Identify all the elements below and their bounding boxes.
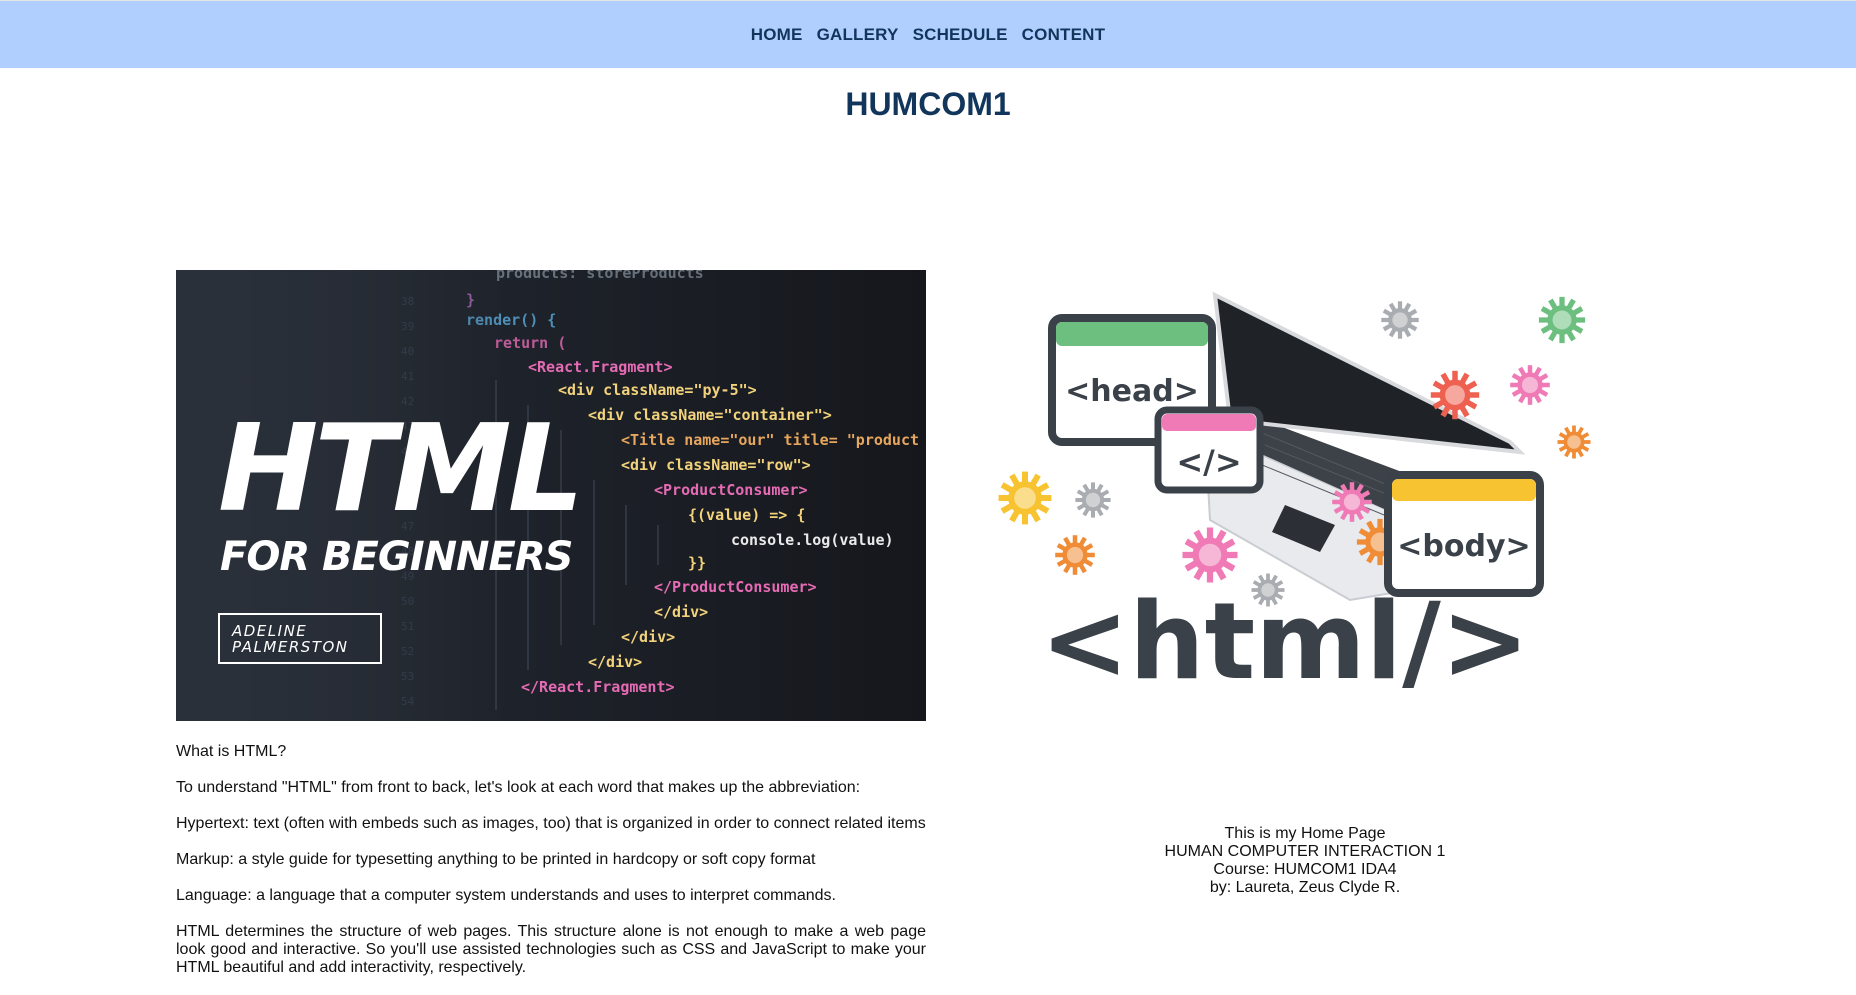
description-intro: To understand "HTML" from front to back,… bbox=[176, 779, 861, 796]
code-line: {(value) => { bbox=[688, 506, 805, 524]
nav-gallery-link[interactable]: GALLERY bbox=[817, 25, 899, 45]
author-line: by: Laureta, Zeus Clyde R. bbox=[1209, 879, 1401, 896]
description-hypertext: Hypertext: text (often with embeds such … bbox=[176, 815, 926, 832]
code-line: console.log(value) bbox=[731, 531, 894, 549]
html-laptop-illustration: <head> </> <body> <html/> bbox=[998, 291, 1591, 703]
code-line: <Title name="our" title= "product bbox=[621, 431, 919, 449]
code-line: </ProductConsumer> bbox=[654, 578, 817, 596]
right-column: <head> </> <body> <html/> bbox=[990, 270, 1630, 705]
code-line: </div> bbox=[654, 603, 708, 621]
top-nav: HOME GALLERY SCHEDULE CONTENT bbox=[0, 0, 1856, 68]
home-page-info: This is my Home Page HUMAN COMPUTER INTE… bbox=[990, 825, 1620, 897]
code-line: <div className="row"> bbox=[621, 456, 811, 474]
html-for-beginners-image: 383940 414243 444546 474849 505152 5354 … bbox=[176, 270, 926, 721]
gear-icon bbox=[1538, 296, 1586, 344]
code-line: }} bbox=[688, 554, 706, 572]
code-line: <div className="py-5"> bbox=[558, 381, 757, 399]
description-summary: HTML determines the structure of web pag… bbox=[176, 923, 926, 976]
code-line: </div> bbox=[621, 628, 675, 646]
gear-icon bbox=[1075, 482, 1111, 518]
hero-title: HTML bbox=[218, 400, 580, 539]
code-line: </div> bbox=[588, 653, 642, 671]
description-question: What is HTML? bbox=[176, 743, 287, 760]
code-line: <ProductConsumer> bbox=[654, 481, 808, 499]
gear-icon bbox=[1055, 535, 1095, 575]
course-code-line: Course: HUMCOM1 IDA4 bbox=[1213, 861, 1397, 878]
code-line: products: storeProducts bbox=[496, 270, 704, 282]
author-name-last: PALMERSTON bbox=[232, 638, 348, 656]
code-line: <React.Fragment> bbox=[528, 358, 673, 376]
gear-icon bbox=[1557, 425, 1591, 459]
nav-schedule-link[interactable]: SCHEDULE bbox=[913, 25, 1008, 45]
page-title: HUMCOM1 bbox=[845, 86, 1011, 122]
html-description: What is HTML? To understand "HTML" from … bbox=[176, 743, 926, 977]
description-language: Language: a language that a computer sys… bbox=[176, 887, 836, 904]
svg-text:</>: </> bbox=[1176, 443, 1241, 481]
left-column: 383940 414243 444546 474849 505152 5354 … bbox=[176, 270, 926, 995]
code-line: </React.Fragment> bbox=[521, 678, 675, 696]
body-tag-card: <body> bbox=[1384, 471, 1544, 597]
closing-tag-card: </> bbox=[1154, 406, 1264, 494]
gear-icon bbox=[1510, 365, 1550, 405]
gear-icon bbox=[1381, 301, 1419, 339]
hero-subtitle: FOR BEGINNERS bbox=[220, 534, 572, 580]
svg-text:<body>: <body> bbox=[1397, 529, 1530, 564]
nav-content-link[interactable]: CONTENT bbox=[1022, 25, 1106, 45]
svg-text:<head>: <head> bbox=[1065, 374, 1199, 409]
description-markup: Markup: a style guide for typesetting an… bbox=[176, 851, 816, 868]
code-line: <div className="container"> bbox=[588, 406, 832, 424]
gear-icon bbox=[1182, 527, 1238, 583]
course-title-line: HUMAN COMPUTER INTERACTION 1 bbox=[1164, 843, 1446, 860]
home-page-line: This is my Home Page bbox=[1224, 825, 1386, 842]
nav-home-link[interactable]: HOME bbox=[751, 25, 803, 45]
gear-icon bbox=[998, 471, 1052, 525]
html-tag-label: <html/> bbox=[1040, 580, 1529, 700]
